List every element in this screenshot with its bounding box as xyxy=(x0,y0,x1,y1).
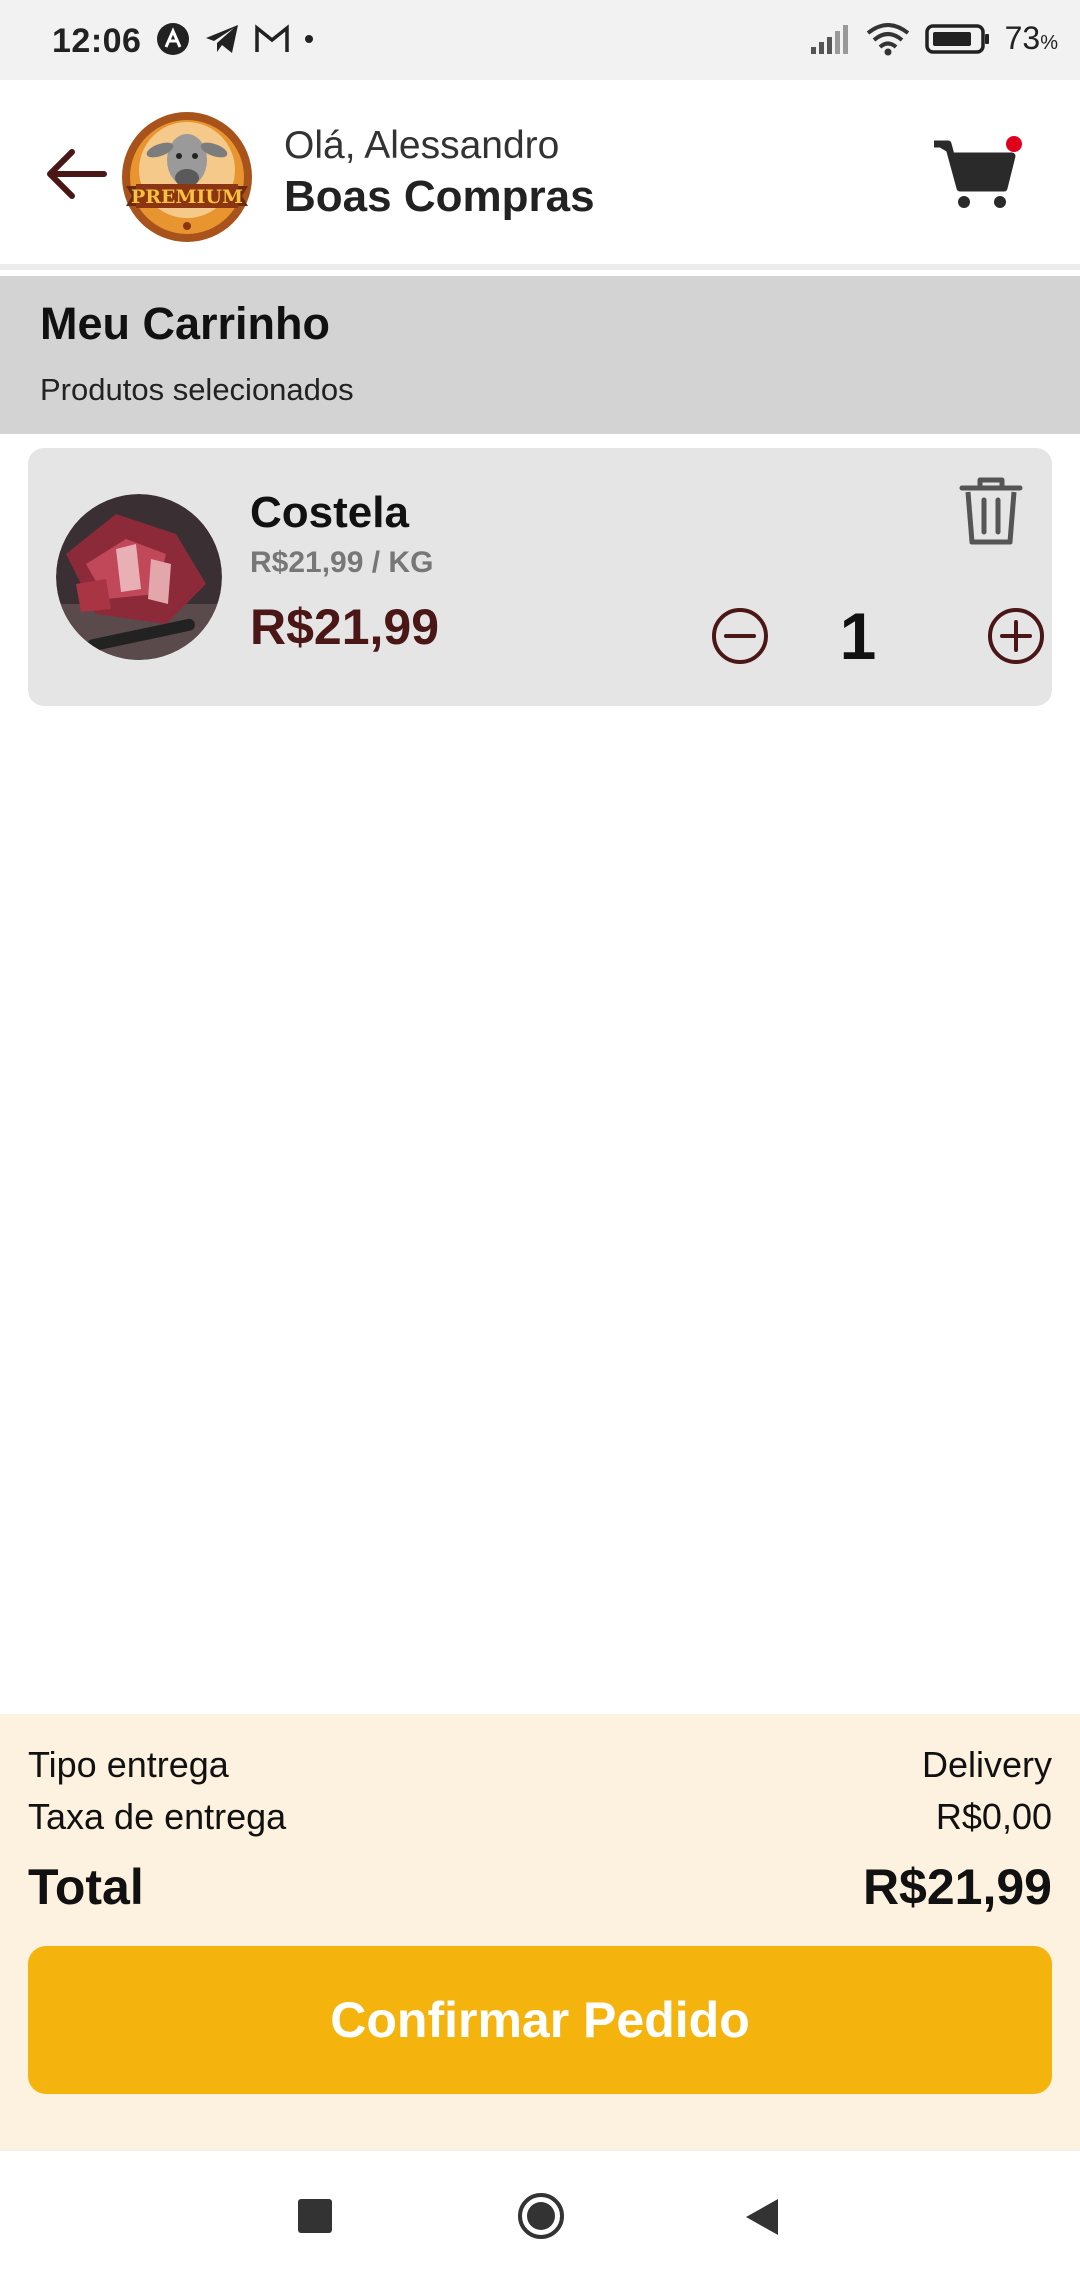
product-image xyxy=(56,494,222,660)
notification-icons xyxy=(156,22,314,56)
system-icons: 73% xyxy=(809,20,1058,57)
status-time: 12:06 xyxy=(52,22,142,60)
app-a-icon xyxy=(157,23,189,55)
page-subtitle: Produtos selecionados xyxy=(40,372,354,407)
quantity-value: 1 xyxy=(839,599,877,673)
delivery-fee-value: R$0,00 xyxy=(935,1796,1052,1837)
product-unit-price: R$21,99 / KG xyxy=(250,546,434,579)
cart-section-header: Meu Carrinho Produtos selecionados xyxy=(0,276,1080,434)
plus-circle-icon[interactable] xyxy=(986,606,1046,666)
recent-apps-icon[interactable] xyxy=(298,2199,332,2233)
shop-name: Boas Compras xyxy=(284,172,595,221)
home-icon[interactable] xyxy=(516,2191,566,2241)
order-summary: Tipo entrega Delivery Taxa de entrega R$… xyxy=(0,1714,1080,2150)
trash-icon[interactable] xyxy=(958,476,1024,548)
status-bar: 12:06 73% xyxy=(0,0,1080,80)
delivery-type-row: Tipo entrega Delivery xyxy=(28,1744,1052,1786)
gmail-icon xyxy=(255,24,289,52)
logo-text: PREMIUM xyxy=(131,186,243,208)
back-arrow-icon[interactable] xyxy=(44,142,108,206)
app-header: PREMIUM Olá, Alessandro Boas Compras xyxy=(0,80,1080,270)
total-label: Total xyxy=(28,1859,144,1915)
nav-back-icon[interactable] xyxy=(742,2195,782,2239)
telegram-icon xyxy=(206,25,238,53)
delivery-type-value: Delivery xyxy=(921,1744,1052,1785)
delivery-fee-label: Taxa de entrega xyxy=(28,1796,287,1837)
product-price: R$21,99 xyxy=(250,599,440,655)
minus-circle-icon[interactable] xyxy=(710,606,770,666)
cart-item: Costela R$21,99 / KG R$21,99 1 xyxy=(28,448,1052,706)
delivery-fee-row: Taxa de entrega R$0,00 xyxy=(28,1796,1052,1838)
total-value: R$21,99 xyxy=(862,1859,1052,1915)
total-row: Total R$21,99 xyxy=(28,1858,1052,1916)
cart-notification-dot xyxy=(1006,136,1022,152)
greeting-text: Olá, Alessandro xyxy=(284,124,560,167)
wifi-icon xyxy=(866,22,909,55)
dot-icon xyxy=(305,35,313,43)
signal-icon xyxy=(810,24,848,54)
system-nav-bar xyxy=(0,2150,1080,2280)
delivery-type-label: Tipo entrega xyxy=(28,1744,229,1785)
store-logo: PREMIUM xyxy=(122,112,252,242)
battery-percent: 73% xyxy=(1004,20,1058,56)
page-title: Meu Carrinho xyxy=(40,298,331,349)
product-name: Costela xyxy=(250,488,409,537)
battery-icon xyxy=(924,23,989,54)
confirm-order-button[interactable]: Confirmar Pedido xyxy=(28,1946,1052,2094)
